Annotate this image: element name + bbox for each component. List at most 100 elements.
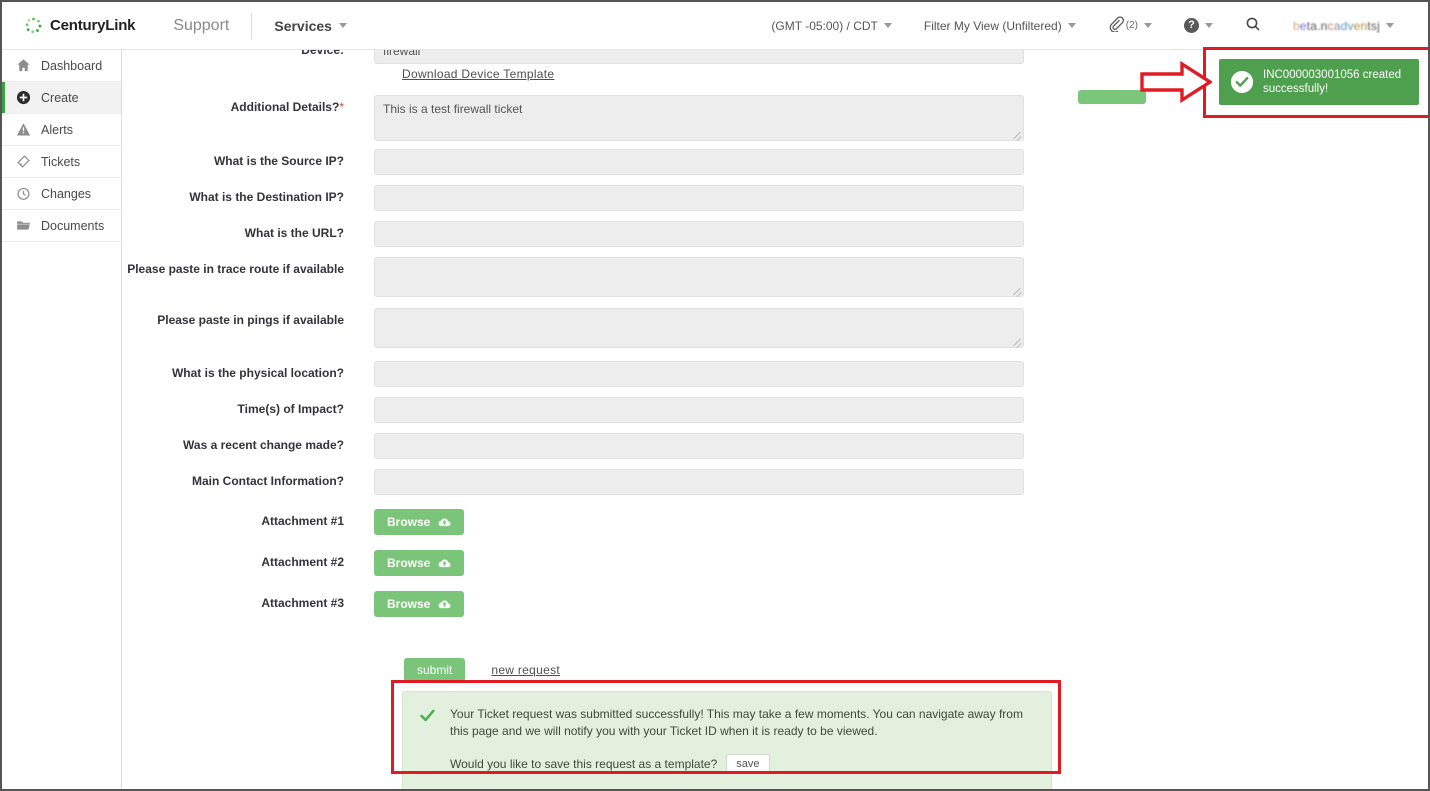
filter-my-view-selector[interactable]: Filter My View (Unfiltered) (908, 19, 1092, 33)
browse-button-1[interactable]: Browse (374, 509, 465, 535)
chevron-down-icon (1386, 23, 1394, 28)
paperclip-icon (1108, 16, 1124, 35)
add-device-button[interactable] (1078, 90, 1146, 104)
browse-button-2[interactable]: Browse (374, 550, 465, 576)
destination-ip-input[interactable] (374, 185, 1024, 211)
warning-triangle-icon (16, 122, 31, 137)
form-row-trace-route: Please paste in trace route if available (122, 257, 1024, 297)
form-label: Was a recent change made? (183, 438, 344, 452)
brand-logo[interactable]: CenturyLink (24, 16, 136, 35)
additional-details-textarea[interactable] (374, 95, 1024, 141)
sidebar-item-alerts[interactable]: Alerts (2, 114, 121, 146)
form-row-time-of-impact: Time(s) of Impact? (122, 397, 1024, 423)
cloud-upload-icon (438, 599, 451, 610)
recent-change-input[interactable] (374, 433, 1024, 459)
form-row-recent-change: Was a recent change made? (122, 433, 1024, 459)
sidebar-item-tickets[interactable]: Tickets (2, 146, 121, 178)
submit-button[interactable]: submit (404, 658, 466, 682)
save-template-question: Would you like to save this request as a… (450, 757, 718, 771)
form-label: Attachment #2 (261, 555, 344, 569)
toast-message: INC000003001056 created successfully! (1263, 69, 1402, 95)
form-label: What is the Source IP? (213, 154, 344, 168)
attachments-menu[interactable]: (2) (1092, 16, 1168, 35)
centurylink-logo-icon (24, 16, 43, 35)
help-menu[interactable]: ? (1168, 18, 1229, 33)
sidebar-item-label: Dashboard (41, 58, 103, 73)
sidebar-item-label: Alerts (41, 122, 73, 137)
nav-support[interactable]: Support (173, 12, 253, 39)
check-icon (419, 706, 436, 727)
time-of-impact-input[interactable] (374, 397, 1024, 423)
new-request-link[interactable]: new request (491, 663, 560, 677)
search-button[interactable] (1229, 16, 1277, 35)
download-device-template-link[interactable]: Download Device Template (402, 67, 554, 81)
ticket-form-main: Device: Download Device Template Additio… (122, 50, 1428, 789)
brand-name: CenturyLink (50, 17, 136, 34)
timezone-label: (GMT -05:00) / CDT (771, 18, 878, 33)
nav-services[interactable]: Services (274, 18, 347, 34)
save-template-row: Would you like to save this request as a… (450, 754, 1035, 774)
browse-button-label: Browse (387, 556, 431, 570)
timezone-selector[interactable]: (GMT -05:00) / CDT (755, 19, 907, 33)
form-row-main-contact: Main Contact Information? (122, 469, 1024, 495)
sidebar-item-create[interactable]: Create (2, 82, 121, 114)
form-label: Main Contact Information? (192, 474, 344, 488)
sidebar-item-changes[interactable]: Changes (2, 178, 121, 210)
sidebar-item-label: Create (41, 90, 79, 105)
form-row-additional-details: Additional Details?* (122, 95, 1024, 141)
form-label: Please paste in trace route if available (127, 262, 344, 276)
success-message: Your Ticket request was submitted succes… (450, 707, 1023, 738)
plus-circle-icon (16, 90, 31, 105)
form-row-pings: Please paste in pings if available (122, 308, 1024, 348)
form-label: What is the Destination IP? (189, 190, 344, 204)
physical-location-input[interactable] (374, 361, 1024, 387)
user-menu[interactable]: beta.ncadventsj (1277, 19, 1410, 33)
save-template-button[interactable]: save (726, 754, 770, 774)
sidebar-item-label: Tickets (41, 154, 81, 169)
sidebar-item-label: Documents (41, 218, 105, 233)
form-label: What is the URL? (244, 226, 344, 240)
browse-button-label: Browse (387, 597, 431, 611)
chevron-down-icon (338, 23, 347, 28)
left-sidebar: Dashboard Create Alerts Tickets Changes … (2, 50, 122, 789)
form-row-source-ip: What is the Source IP? (122, 149, 1024, 175)
form-label: Time(s) of Impact? (237, 402, 344, 416)
trace-route-textarea[interactable] (374, 257, 1024, 297)
form-row-physical-location: What is the physical location? (122, 361, 1024, 387)
attachments-count: (2) (1125, 20, 1138, 31)
clock-history-icon (16, 186, 31, 201)
sidebar-item-label: Changes (41, 186, 92, 201)
cloud-upload-icon (438, 558, 451, 569)
nav-services-label: Services (274, 17, 332, 34)
top-header-bar: CenturyLink Support Services (GMT -05:00… (2, 2, 1428, 50)
chevron-down-icon (1067, 23, 1076, 28)
form-label: Additional Details?* (230, 100, 344, 114)
cloud-upload-icon (438, 517, 451, 528)
sidebar-item-documents[interactable]: Documents (2, 210, 121, 242)
browse-button-3[interactable]: Browse (374, 591, 465, 617)
form-row-url: What is the URL? (122, 221, 1024, 247)
device-input[interactable] (374, 50, 1024, 64)
required-marker: * (339, 100, 344, 114)
source-ip-input[interactable] (374, 149, 1024, 175)
main-contact-input[interactable] (374, 469, 1024, 495)
filter-view-label: Filter My View (Unfiltered) (923, 18, 1062, 33)
chevron-down-icon (1143, 23, 1152, 28)
home-icon (16, 58, 31, 73)
form-label: What is the physical location? (171, 366, 344, 380)
question-mark-icon: ? (1183, 18, 1199, 33)
form-row-destination-ip: What is the Destination IP? (122, 185, 1024, 211)
form-label: Attachment #3 (261, 596, 344, 610)
ticket-icon (16, 154, 31, 169)
submission-success-panel: Your Ticket request was submitted succes… (402, 691, 1052, 789)
user-name: beta.ncadventsj (1292, 18, 1380, 33)
form-label: Attachment #1 (261, 514, 344, 528)
form-row-attachment-3: Attachment #3 Browse (122, 591, 465, 617)
url-input[interactable] (374, 221, 1024, 247)
form-label: Please paste in pings if available (157, 313, 344, 327)
success-toast[interactable]: INC000003001056 created successfully! (1219, 59, 1419, 105)
chevron-down-icon (883, 23, 892, 28)
sidebar-item-dashboard[interactable]: Dashboard (2, 50, 121, 82)
folder-icon (16, 218, 31, 233)
pings-textarea[interactable] (374, 308, 1024, 348)
